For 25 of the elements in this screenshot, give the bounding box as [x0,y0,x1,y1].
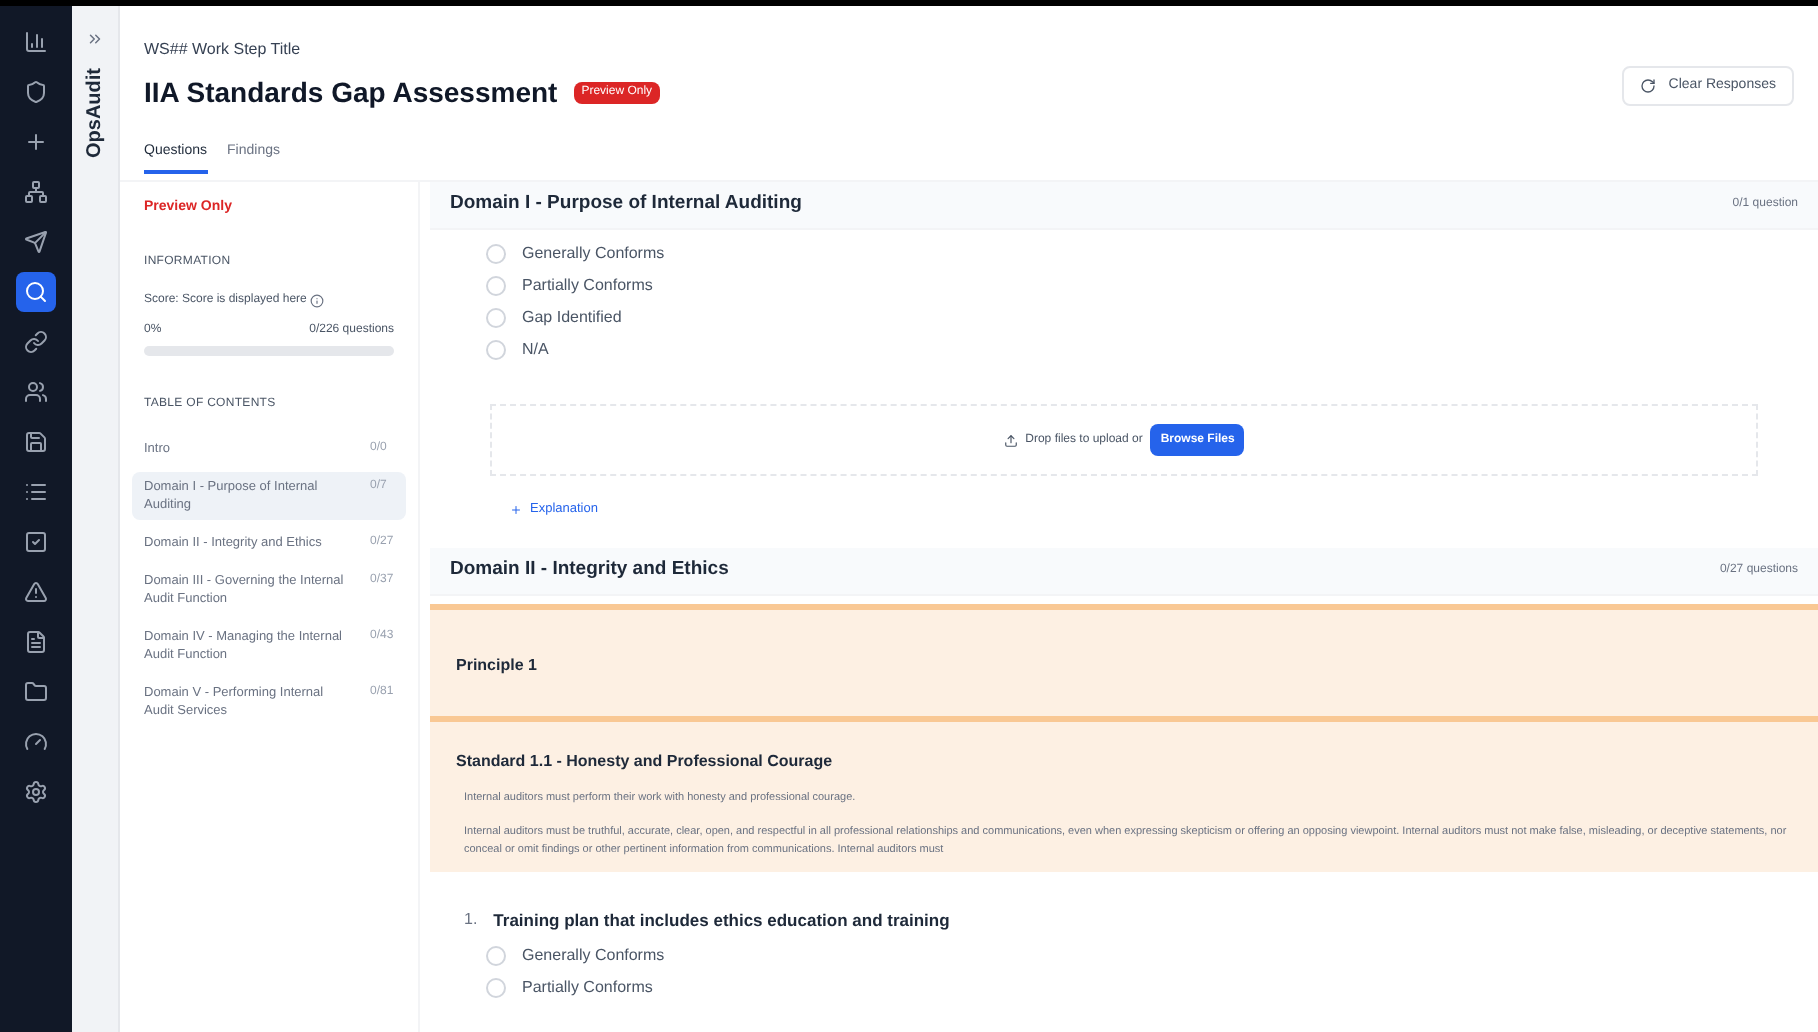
option-label: Partially Conforms [522,273,653,297]
question-text: Training plan that includes ethics education and training [493,907,950,933]
page-title: IIA Standards Gap Assessment [144,74,558,112]
refresh-icon [1640,78,1657,94]
option-label: Generally Conforms [522,944,665,968]
question-number: 1. [464,908,478,933]
option-label: Gap Identified [522,305,622,329]
radio-button[interactable] [486,946,506,966]
upload-icon [1003,433,1018,447]
info-icon[interactable] [310,293,325,307]
radio-button[interactable] [486,339,506,359]
principle-title: Principle 1 [456,655,537,674]
radio-button[interactable] [486,307,506,327]
radio-button[interactable] [486,275,506,295]
option-label: Partially Conforms [522,976,653,1000]
radio-button[interactable] [486,978,506,998]
standard-title: Standard 1.1 - Honesty and Professional Courage [456,749,835,774]
app-name: OpsAudit [82,68,108,158]
option-label: N/A [522,337,549,361]
page-subtitle: WS## Work Step Title [144,38,303,62]
plus-icon [510,503,522,516]
option-label: Generally Conforms [522,241,665,265]
search-icon[interactable] [16,272,56,312]
expand-icon[interactable] [86,30,104,48]
radio-button[interactable] [486,243,506,263]
